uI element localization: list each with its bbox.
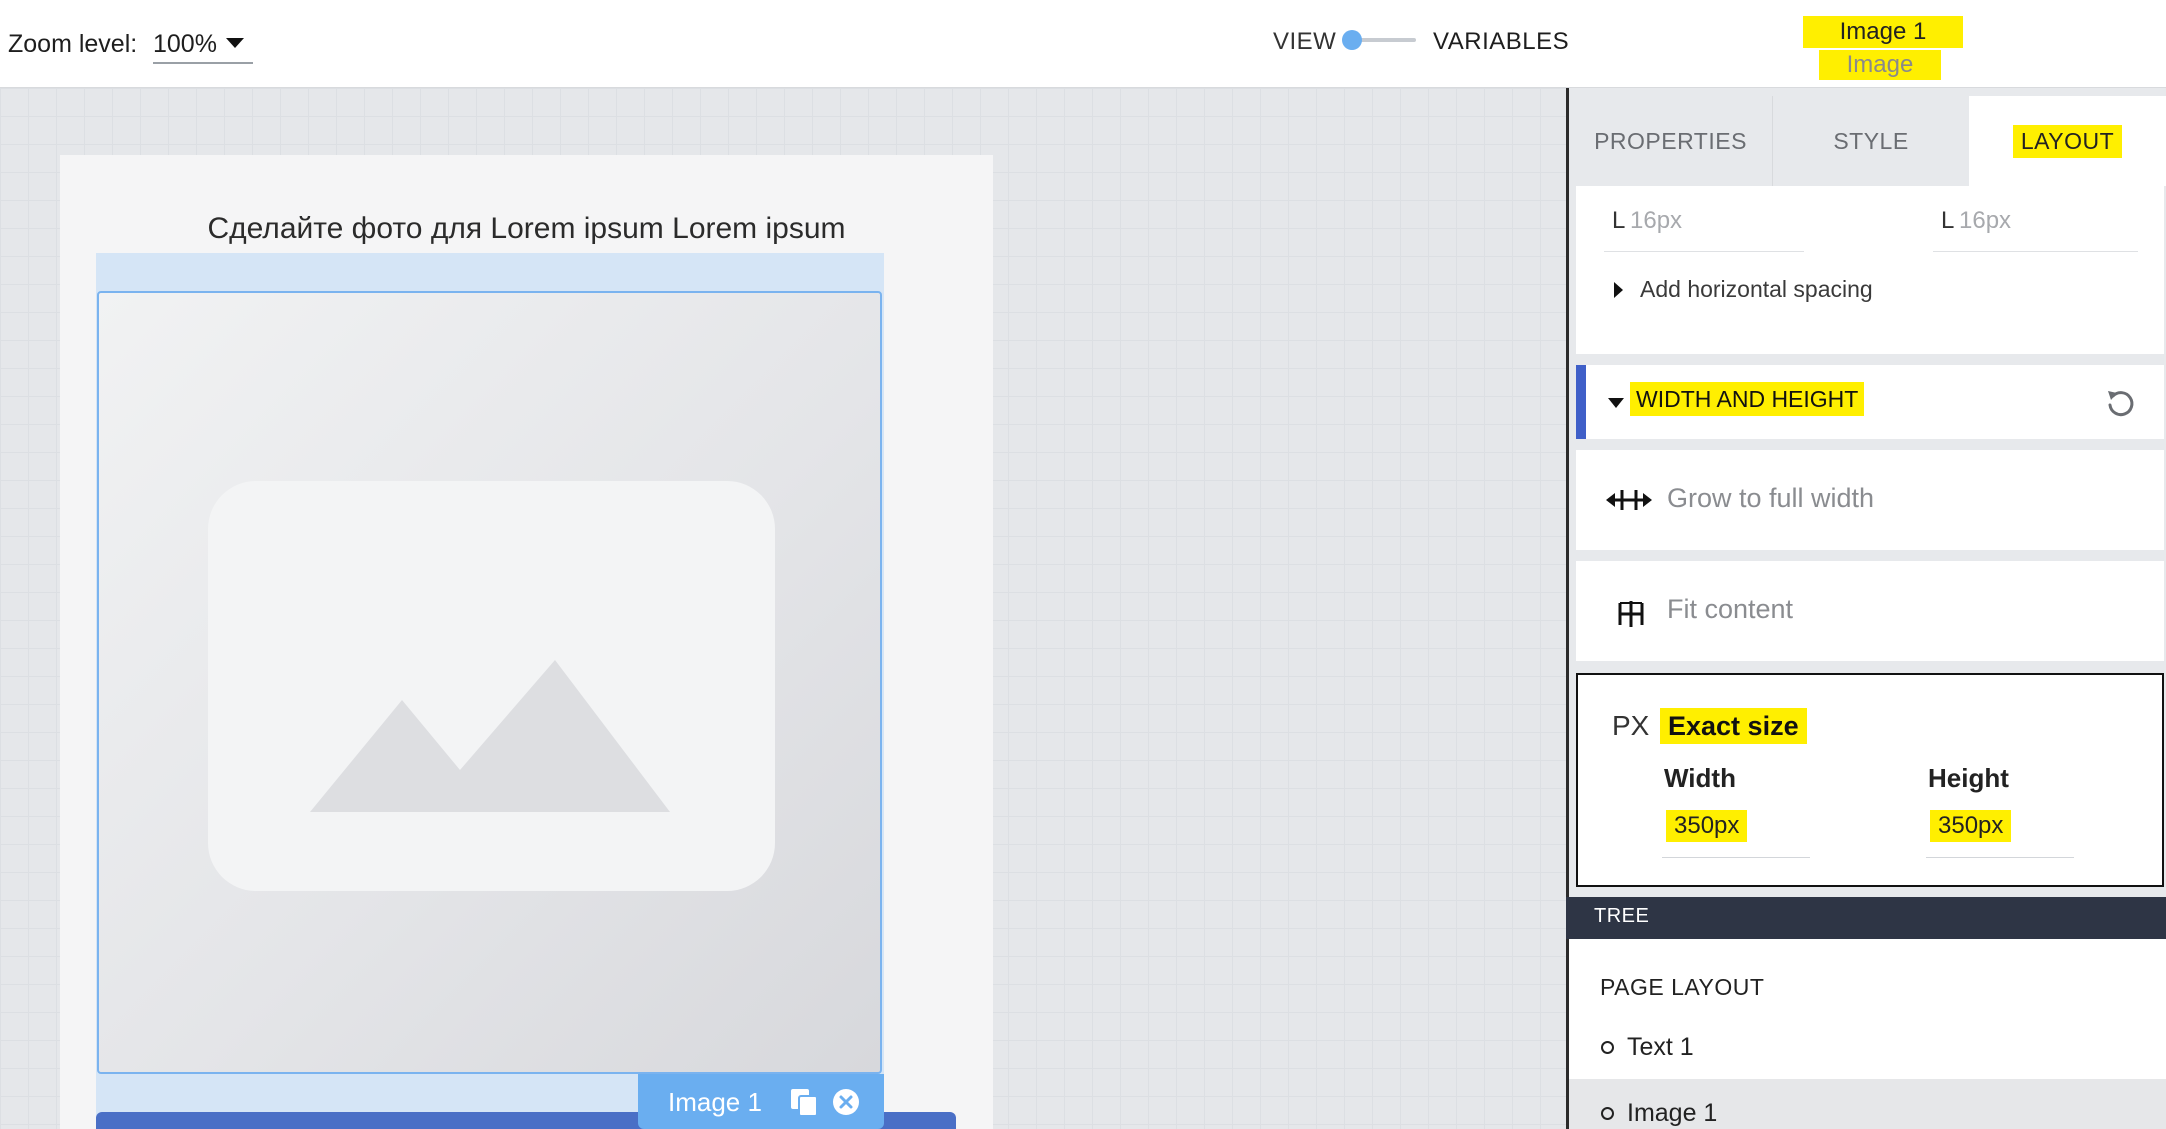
view-variables-toggle[interactable]: [1342, 30, 1362, 50]
tab-properties[interactable]: PROPERTIES: [1569, 96, 1773, 186]
zoom-level-label: Zoom level:: [8, 30, 138, 58]
width-input-underline: [1662, 857, 1810, 858]
width-input[interactable]: 350px: [1666, 810, 1748, 842]
width-height-title: WIDTH AND HEIGHT: [1630, 382, 1865, 416]
mountain-icon: [310, 660, 670, 812]
tree-node-icon: [1601, 1041, 1614, 1054]
spacing-right-underline: [1933, 251, 2138, 252]
fit-content-icon: [1618, 601, 1644, 627]
height-input[interactable]: 350px: [1930, 810, 2012, 842]
tree-item-image-1[interactable]: Image 1: [1627, 1099, 1717, 1128]
zoom-level-select[interactable]: 100%: [153, 30, 217, 59]
caret-down-icon[interactable]: [1608, 398, 1624, 408]
duplicate-icon[interactable]: [788, 1086, 820, 1118]
spacing-left-input[interactable]: 16px: [1630, 207, 1682, 235]
width-label: Width: [1664, 763, 1736, 793]
page-heading-text[interactable]: Сделайте фото для Lorem ipsum Lorem ipsu…: [60, 212, 993, 246]
view-mode-label[interactable]: VIEW: [1273, 28, 1336, 56]
selected-element-name: Image 1: [1803, 16, 1963, 48]
reset-icon[interactable]: [2104, 386, 2138, 420]
tree-section-page-layout[interactable]: PAGE LAYOUT: [1600, 974, 1764, 1001]
chevron-down-icon[interactable]: [226, 38, 244, 48]
tab-properties-label: PROPERTIES: [1594, 127, 1747, 154]
spacing-right-label: L: [1941, 207, 1955, 234]
tree-item-text-1[interactable]: Text 1: [1627, 1033, 1694, 1062]
caret-right-icon[interactable]: [1614, 282, 1623, 298]
height-label: Height: [1928, 763, 2009, 793]
element-tag-label: Image 1: [668, 1087, 762, 1117]
add-horizontal-spacing-toggle[interactable]: Add horizontal spacing: [1640, 276, 1873, 303]
tree-node-icon: [1601, 1107, 1614, 1120]
close-icon[interactable]: [832, 1088, 860, 1116]
tree-header-label: TREE: [1594, 905, 1650, 927]
tab-style-label: STYLE: [1833, 127, 1909, 154]
px-unit-label: PX: [1612, 710, 1650, 741]
selected-element-type: Image: [1819, 50, 1941, 80]
tab-layout-label: LAYOUT: [2012, 124, 2123, 158]
spacing-right-input[interactable]: 16px: [1959, 207, 2011, 235]
tab-style[interactable]: STYLE: [1773, 96, 1969, 186]
tree-header[interactable]: [1566, 897, 2166, 939]
section-active-indicator: [1576, 365, 1586, 439]
grow-full-width-label: Grow to full width: [1667, 483, 1875, 513]
zoom-select-underline: [153, 62, 253, 64]
variables-mode-label[interactable]: VARIABLES: [1433, 28, 1569, 56]
exact-size-title: Exact size: [1660, 708, 1807, 744]
spacing-left-label: L: [1612, 207, 1626, 234]
fit-content-option[interactable]: [1576, 561, 2164, 661]
fit-content-label: Fit content: [1667, 594, 1794, 624]
grow-width-icon: [1606, 490, 1652, 510]
height-input-underline: [1926, 857, 2074, 858]
spacing-left-underline: [1604, 251, 1804, 252]
tab-layout[interactable]: LAYOUT: [1969, 96, 2166, 186]
